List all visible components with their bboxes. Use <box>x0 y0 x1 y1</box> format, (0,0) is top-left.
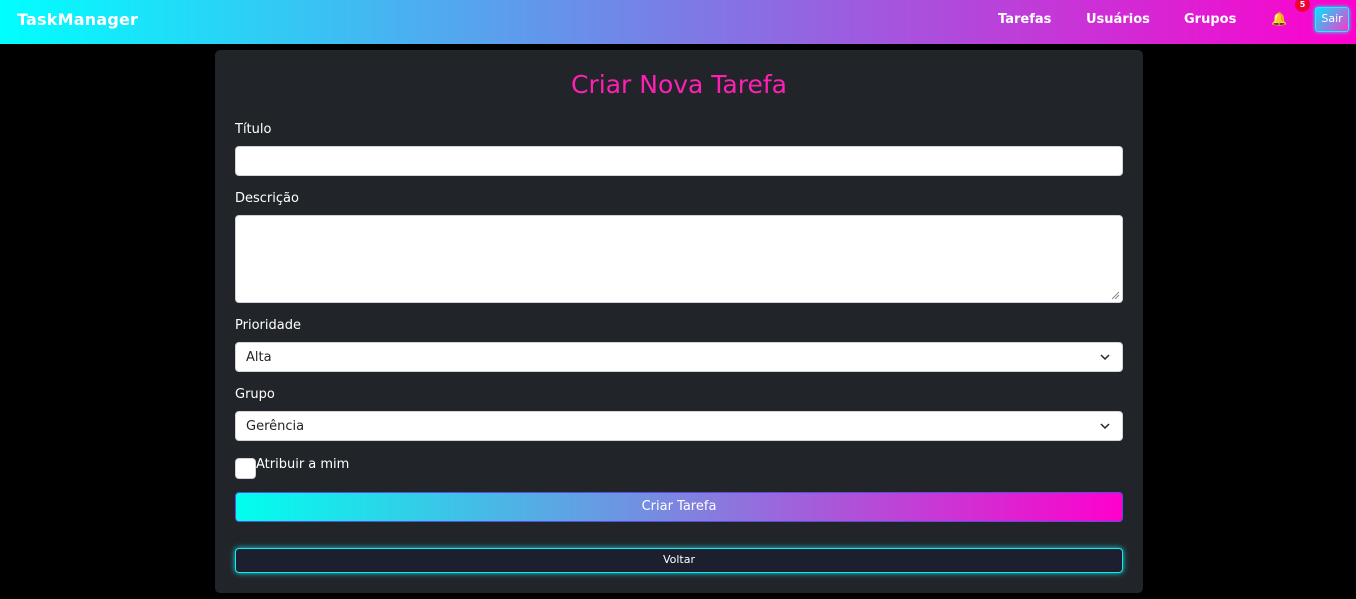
grupo-label: Grupo <box>235 387 275 402</box>
prioridade-select[interactable]: Alta <box>235 342 1123 372</box>
navbar: TaskManager Tarefas Usuários Grupos 🔔 5 … <box>0 0 1356 44</box>
titulo-label: Título <box>235 122 272 137</box>
chevron-down-icon <box>1100 423 1110 430</box>
descricao-label: Descrição <box>235 191 299 206</box>
logout-button[interactable]: Sair <box>1315 7 1349 32</box>
chevron-down-icon <box>1100 354 1110 361</box>
prioridade-value: Alta <box>246 349 272 365</box>
grupo-select[interactable]: Gerência <box>235 411 1123 441</box>
nav-link-grupos[interactable]: Grupos <box>1184 12 1236 27</box>
assign-to-me-checkbox[interactable] <box>235 458 256 479</box>
prioridade-label: Prioridade <box>235 318 301 333</box>
page-title: Criar Nova Tarefa <box>571 70 787 99</box>
notification-badge: 5 <box>1295 0 1310 12</box>
brand-logo[interactable]: TaskManager <box>17 10 138 29</box>
create-task-button[interactable]: Criar Tarefa <box>235 492 1123 522</box>
nav-link-tarefas[interactable]: Tarefas <box>998 12 1051 27</box>
back-button[interactable]: Voltar <box>235 548 1123 573</box>
nav-link-usuarios[interactable]: Usuários <box>1086 12 1150 27</box>
descricao-textarea[interactable] <box>235 215 1123 303</box>
bell-icon[interactable]: 🔔 <box>1271 12 1287 27</box>
assign-to-me-label[interactable]: Atribuir a mim <box>256 457 349 472</box>
resize-grip-icon[interactable] <box>1111 291 1120 300</box>
create-task-card: Criar Nova Tarefa Título Descrição Prior… <box>215 50 1143 593</box>
titulo-input[interactable] <box>235 146 1123 176</box>
grupo-value: Gerência <box>246 418 305 434</box>
